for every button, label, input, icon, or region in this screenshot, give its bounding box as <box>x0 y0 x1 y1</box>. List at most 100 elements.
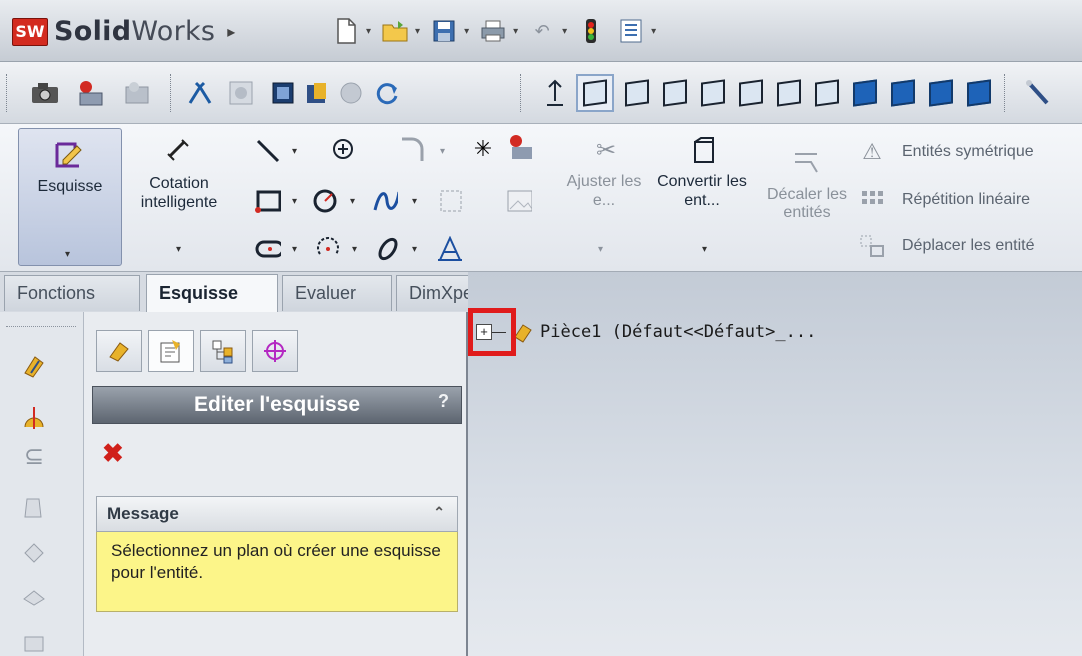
point-center-icon[interactable] <box>330 136 356 162</box>
rectangle-icon[interactable] <box>255 188 281 214</box>
open-folder-icon[interactable] <box>379 18 411 44</box>
highlight-box <box>468 308 516 356</box>
polygon-icon[interactable] <box>314 236 340 262</box>
rectangle-dropdown-icon[interactable]: ▾ <box>292 196 297 207</box>
convert-entities-icon[interactable] <box>688 134 720 166</box>
spline-dropdown-icon[interactable]: ▾ <box>412 196 417 207</box>
app-name: SolidWorks <box>54 16 215 47</box>
cancel-icon[interactable]: ✖ <box>102 438 124 469</box>
help-icon[interactable]: ? <box>438 391 449 412</box>
tab-fonctions[interactable]: Fonctions <box>4 275 140 311</box>
new-document-icon[interactable] <box>330 18 362 44</box>
spline-icon[interactable] <box>372 188 398 214</box>
hidden-lines-icon[interactable] <box>924 76 958 110</box>
app-logo[interactable]: SW SolidWorks ▸ <box>12 16 235 47</box>
options-dropdown-icon[interactable]: ▾ <box>651 26 656 37</box>
strip-grip[interactable] <box>6 326 76 327</box>
sketch-picture-icon[interactable] <box>506 134 532 160</box>
view-toolbar <box>0 62 1082 124</box>
property-manager-panel: Editer l'esquisse ? ✖ Message ⌃ Sélectio… <box>84 312 468 656</box>
display-settings-disabled-icon <box>120 76 154 110</box>
smart-dimension-icon[interactable] <box>160 134 196 166</box>
print-dropdown-icon[interactable]: ▾ <box>513 26 518 37</box>
logo-badge: SW <box>12 17 48 46</box>
view-front-icon[interactable] <box>620 76 654 110</box>
graphics-area[interactable]: + Pièce1 (Défaut<<Défaut>_... <box>468 272 1082 656</box>
cotation-dropdown-icon[interactable]: ▾ <box>176 244 181 255</box>
symetriques-label: Entités symétrique <box>902 143 1034 160</box>
configuration-manager-tab-icon[interactable] <box>200 330 246 372</box>
view-top-icon[interactable] <box>772 76 806 110</box>
tool-arrows-icon[interactable] <box>184 76 218 110</box>
polygon-dropdown-icon[interactable]: ▾ <box>352 244 357 255</box>
move-entities-icon <box>858 232 886 260</box>
property-manager-tab-icon[interactable] <box>148 330 194 372</box>
esquisse-button[interactable]: Esquisse ▾ <box>18 128 122 266</box>
dimxpert-manager-tab-icon[interactable] <box>252 330 298 372</box>
image-icon <box>506 188 532 214</box>
esquisse-dropdown-icon[interactable]: ▾ <box>65 249 70 260</box>
save-dropdown-icon[interactable]: ▾ <box>464 26 469 37</box>
normal-to-icon[interactable] <box>538 76 572 110</box>
trim-icon: ✂ <box>595 136 617 164</box>
section-view-icon[interactable] <box>300 76 334 110</box>
slot-dropdown-icon[interactable]: ▾ <box>292 244 297 255</box>
mirror-entities-icon: ⚠ <box>862 139 882 164</box>
shaded-edges-icon[interactable] <box>886 76 920 110</box>
feature-tree-root[interactable]: + Pièce1 (Défaut<<Défaut>_... <box>468 308 816 356</box>
view-back-icon[interactable] <box>658 76 692 110</box>
message-box: Sélectionnez un plan où créer une esquis… <box>96 532 458 612</box>
text-grid-icon <box>438 188 464 214</box>
decaler-label: Décaler les entités <box>766 186 848 221</box>
menu-arrow-icon[interactable]: ▸ <box>227 22 235 42</box>
quick-access-toolbar: ▾ ▾ ▾ ▾ ↶ ▾ ▾ <box>330 18 656 44</box>
collapse-chevron-icon[interactable]: ⌃ <box>433 504 445 521</box>
print-icon[interactable] <box>477 18 509 44</box>
convertir-label[interactable]: Convertir les ent... <box>650 172 754 210</box>
new-dropdown-icon[interactable]: ▾ <box>366 26 371 37</box>
wireframe-icon[interactable] <box>962 76 996 110</box>
view-left-icon[interactable] <box>696 76 730 110</box>
toolbar-grip[interactable] <box>6 74 8 112</box>
slot-icon[interactable] <box>255 236 281 262</box>
fillet-dropdown-icon: ▾ <box>440 146 446 157</box>
shaded-view-icon[interactable] <box>848 76 882 110</box>
message-title: Message <box>107 504 179 523</box>
convertir-dropdown-icon[interactable]: ▾ <box>702 244 707 255</box>
save-icon[interactable] <box>428 18 460 44</box>
camera-icon[interactable] <box>28 76 62 110</box>
ajuster-dropdown-icon: ▾ <box>598 244 604 255</box>
message-header[interactable]: Message ⌃ <box>96 496 458 532</box>
point-icon[interactable]: ✳ <box>470 136 496 162</box>
offset-entities-icon <box>790 146 822 178</box>
fillet-icon <box>398 136 424 162</box>
ellipse-dropdown-icon[interactable]: ▾ <box>412 244 417 255</box>
ellipse-icon[interactable] <box>374 236 400 262</box>
tab-esquisse[interactable]: Esquisse <box>146 274 278 312</box>
isometric-view-icon[interactable] <box>576 74 614 112</box>
display-settings-icon[interactable] <box>74 76 108 110</box>
undo-dropdown-icon[interactable]: ▾ <box>562 26 567 37</box>
rebuild-traffic-light-icon[interactable] <box>575 18 607 44</box>
box-view-icon[interactable] <box>266 76 300 110</box>
open-dropdown-icon[interactable]: ▾ <box>415 26 420 37</box>
sketch-text-icon[interactable] <box>436 236 462 262</box>
options-list-icon[interactable] <box>615 18 647 44</box>
line-icon[interactable] <box>255 138 281 164</box>
tab-evaluer[interactable]: Evaluer <box>282 275 392 311</box>
extrude-icon[interactable] <box>20 352 48 380</box>
rebuild-icon[interactable] <box>370 76 404 110</box>
part-name-label[interactable]: Pièce1 (Défaut<<Défaut>_... <box>540 322 816 342</box>
line-dropdown-icon[interactable]: ▾ <box>292 146 297 157</box>
view-right-icon[interactable] <box>734 76 768 110</box>
circle-icon[interactable] <box>312 188 338 214</box>
feature-manager-tab-icon[interactable] <box>96 330 142 372</box>
cotation-label[interactable]: Cotation intelligente <box>124 174 234 212</box>
repetition-label: Répétition linéaire <box>902 191 1031 208</box>
measure-icon[interactable] <box>1020 76 1054 110</box>
features-strip: ⊆ <box>0 312 84 656</box>
undo-icon[interactable]: ↶ <box>526 18 558 44</box>
revolve-icon[interactable] <box>20 404 48 432</box>
view-bottom-icon[interactable] <box>810 76 844 110</box>
circle-dropdown-icon[interactable]: ▾ <box>350 196 355 207</box>
